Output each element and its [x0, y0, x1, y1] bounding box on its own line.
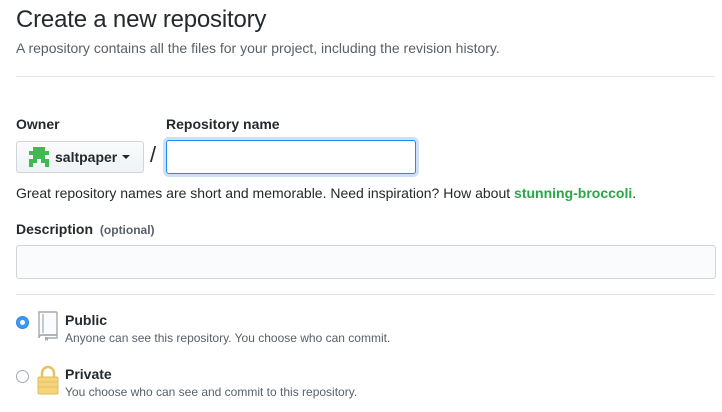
- description-label: Description (optional): [16, 221, 155, 237]
- optional-tag: (optional): [99, 223, 155, 237]
- repository-name-input[interactable]: [166, 140, 416, 174]
- public-option-title: Public: [65, 312, 108, 328]
- repo-book-icon: [38, 311, 58, 341]
- page-title: Create a new repository: [16, 6, 267, 33]
- hint-text: Great repository names are short and mem…: [16, 185, 515, 201]
- repository-name-label: Repository name: [166, 116, 280, 132]
- repository-name-hint: Great repository names are short and mem…: [16, 185, 636, 201]
- name-suggestion-link[interactable]: stunning-broccoli: [514, 185, 632, 201]
- owner-name: saltpaper: [55, 149, 118, 165]
- page-subtitle: A repository contains all the files for …: [16, 40, 500, 56]
- lock-icon: [37, 365, 59, 395]
- hint-end: .: [632, 185, 637, 201]
- public-option-description: Anyone can see this repository. You choo…: [65, 331, 391, 345]
- public-radio[interactable]: [16, 316, 29, 329]
- private-option-title: Private: [65, 366, 112, 382]
- description-label-text: Description: [16, 221, 94, 237]
- identicon-avatar-icon: [29, 147, 49, 167]
- owner-dropdown-button[interactable]: saltpaper: [16, 141, 144, 173]
- header-divider: [16, 76, 715, 77]
- visibility-option-private[interactable]: Private You choose who can see and commi…: [16, 364, 357, 399]
- private-option-description: You choose who can see and commit to thi…: [65, 385, 358, 399]
- visibility-option-public[interactable]: Public Anyone can see this repository. Y…: [16, 310, 390, 345]
- private-radio[interactable]: [16, 370, 29, 383]
- owner-repo-separator: /: [150, 142, 157, 167]
- owner-label: Owner: [16, 116, 60, 132]
- description-input[interactable]: [16, 245, 716, 279]
- chevron-down-icon: [122, 155, 131, 159]
- visibility-divider: [16, 294, 715, 295]
